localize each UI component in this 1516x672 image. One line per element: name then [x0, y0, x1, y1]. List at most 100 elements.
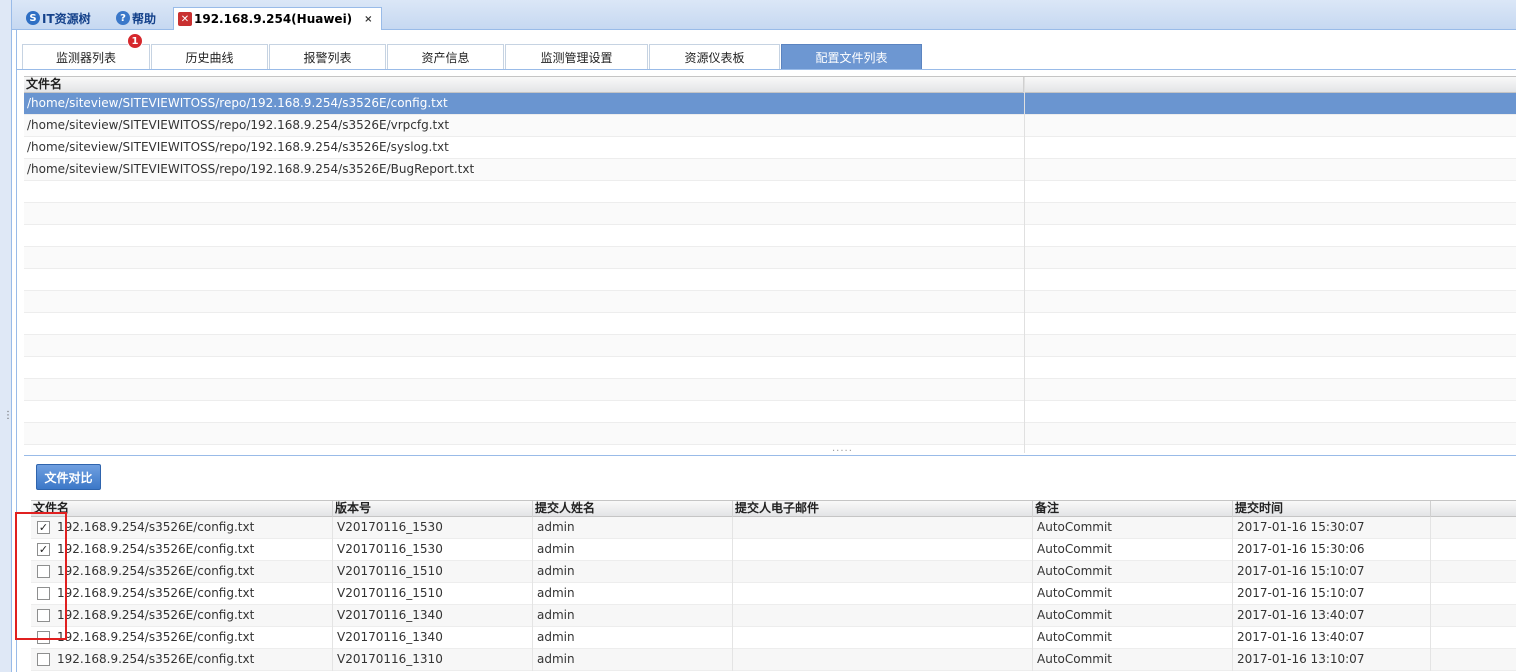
- file-list-rows: /home/siteview/SITEVIEWITOSS/repo/192.16…: [24, 93, 1516, 445]
- empty-row: [24, 357, 1516, 379]
- version-cell: V20170116_1510: [333, 583, 533, 605]
- close-icon[interactable]: ×: [364, 14, 372, 25]
- column-divider: [1024, 77, 1025, 453]
- note-cell: AutoCommit: [1033, 605, 1233, 627]
- tab-asset-info[interactable]: 资产信息: [387, 44, 504, 69]
- file-cell: 192.168.9.254/s3526E/config.txt: [31, 649, 333, 671]
- version-row[interactable]: ✓ 192.168.9.254/s3526E/config.txt V2017011…: [31, 539, 1516, 561]
- empty-row: [24, 181, 1516, 203]
- note-cell: AutoCommit: [1033, 627, 1233, 649]
- file-row[interactable]: /home/siteview/SITEVIEWITOSS/repo/192.16…: [24, 137, 1516, 159]
- note-cell: AutoCommit: [1033, 517, 1233, 539]
- committer-name-cell: admin: [533, 649, 733, 671]
- column-header-note[interactable]: 备注: [1033, 501, 1233, 517]
- committer-name-cell: admin: [533, 627, 733, 649]
- commit-time-cell: 2017-01-16 15:30:07: [1233, 517, 1431, 539]
- splitter-grip-icon[interactable]: ⋮: [3, 411, 13, 421]
- empty-row: [24, 203, 1516, 225]
- panel-splitter[interactable]: ·····: [24, 446, 1516, 457]
- tab-help[interactable]: ? 帮助: [116, 7, 156, 29]
- file-path-cell: /home/siteview/SITEVIEWITOSS/repo/192.16…: [27, 118, 450, 132]
- file-cell: 192.168.9.254/s3526E/config.txt: [31, 561, 333, 583]
- empty-row: [24, 401, 1516, 423]
- empty-row: [24, 313, 1516, 335]
- file-row[interactable]: /home/siteview/SITEVIEWITOSS/repo/192.16…: [24, 159, 1516, 181]
- file-cell: 192.168.9.254/s3526E/config.txt: [31, 517, 333, 539]
- device-error-icon: ✕: [178, 12, 192, 26]
- note-cell: AutoCommit: [1033, 561, 1233, 583]
- file-row[interactable]: /home/siteview/SITEVIEWITOSS/repo/192.16…: [24, 115, 1516, 137]
- version-grid-header: 文件名 版本号 提交人姓名 提交人电子邮件 备注 提交时间: [31, 501, 1516, 517]
- content-frame: 监测器列表 历史曲线 报警列表 资产信息 监测管理设置 资源仪表板 配置文件列表…: [16, 30, 1516, 672]
- file-row[interactable]: /home/siteview/SITEVIEWITOSS/repo/192.16…: [24, 93, 1516, 115]
- column-header-filename[interactable]: 文件名: [24, 77, 1024, 93]
- version-row[interactable]: 192.168.9.254/s3526E/config.txt V20170116…: [31, 583, 1516, 605]
- top-tab-bar: S IT资源树 ? 帮助 ✕ 192.168.9.254(Huawei) ×: [12, 0, 1516, 30]
- committer-name-cell: admin: [533, 605, 733, 627]
- file-path-cell: /home/siteview/SITEVIEWITOSS/repo/192.16…: [27, 96, 448, 110]
- empty-row: [24, 269, 1516, 291]
- tab-resource-dashboard[interactable]: 资源仪表板: [649, 44, 780, 69]
- file-path-cell: /home/siteview/SITEVIEWITOSS/repo/192.16…: [27, 162, 475, 176]
- column-header-filename[interactable]: 文件名: [31, 501, 333, 517]
- column-header-version[interactable]: 版本号: [333, 501, 533, 517]
- tab-history-curve[interactable]: 历史曲线: [151, 44, 268, 69]
- note-cell: AutoCommit: [1033, 539, 1233, 561]
- version-cell: V20170116_1340: [333, 627, 533, 649]
- file-list-header: 文件名: [24, 77, 1516, 93]
- splitter-grip-icon[interactable]: ·····: [832, 446, 853, 457]
- notification-badge: 1: [127, 33, 143, 49]
- tab-config-file-list[interactable]: 配置文件列表: [781, 44, 922, 69]
- column-header-commit-time[interactable]: 提交时间: [1233, 501, 1431, 517]
- note-cell: AutoCommit: [1033, 649, 1233, 671]
- file-cell: 192.168.9.254/s3526E/config.txt: [31, 539, 333, 561]
- committer-email-cell: [733, 627, 1033, 649]
- committer-email-cell: [733, 561, 1033, 583]
- left-panel-strip: ⋮: [0, 0, 13, 672]
- version-cell: V20170116_1530: [333, 539, 533, 561]
- committer-email-cell: [733, 539, 1033, 561]
- column-header-committer-name[interactable]: 提交人姓名: [533, 501, 733, 517]
- version-row[interactable]: 192.168.9.254/s3526E/config.txt V20170116…: [31, 627, 1516, 649]
- empty-row: [24, 335, 1516, 357]
- tab-it-resource-tree[interactable]: S IT资源树: [26, 7, 91, 29]
- tab-label: IT资源树: [42, 11, 91, 26]
- version-cell: V20170116_1510: [333, 561, 533, 583]
- file-cell: 192.168.9.254/s3526E/config.txt: [31, 627, 333, 649]
- tab-label: 帮助: [132, 11, 157, 26]
- version-rows: ✓ 192.168.9.254/s3526E/config.txt V2017011…: [31, 517, 1516, 671]
- version-row[interactable]: 192.168.9.254/s3526E/config.txt V20170116…: [31, 561, 1516, 583]
- commit-time-cell: 2017-01-16 13:40:07: [1233, 627, 1431, 649]
- version-row[interactable]: ✓ 192.168.9.254/s3526E/config.txt V2017011…: [31, 517, 1516, 539]
- committer-email-cell: [733, 605, 1033, 627]
- file-cell: 192.168.9.254/s3526E/config.txt: [31, 583, 333, 605]
- note-cell: AutoCommit: [1033, 583, 1233, 605]
- version-cell: V20170116_1530: [333, 517, 533, 539]
- tab-device[interactable]: ✕ 192.168.9.254(Huawei) ×: [173, 7, 382, 30]
- commit-time-cell: 2017-01-16 15:10:07: [1233, 561, 1431, 583]
- version-row[interactable]: 192.168.9.254/s3526E/config.txt V20170116…: [31, 649, 1516, 671]
- empty-row: [24, 423, 1516, 445]
- tab-label: 192.168.9.254(Huawei): [194, 12, 353, 26]
- file-compare-button[interactable]: 文件对比: [36, 464, 101, 490]
- tab-alarm-list[interactable]: 报警列表: [269, 44, 386, 69]
- committer-name-cell: admin: [533, 517, 733, 539]
- committer-name-cell: admin: [533, 561, 733, 583]
- tab-monitor-settings[interactable]: 监测管理设置: [505, 44, 648, 69]
- empty-row: [24, 291, 1516, 313]
- version-row[interactable]: 192.168.9.254/s3526E/config.txt V20170116…: [31, 605, 1516, 627]
- column-header-committer-email[interactable]: 提交人电子邮件: [733, 501, 1033, 517]
- file-list-grid: 文件名 /home/siteview/SITEVIEWITOSS/repo/19…: [24, 76, 1516, 453]
- empty-row: [24, 247, 1516, 269]
- commit-time-cell: 2017-01-16 15:30:06: [1233, 539, 1431, 561]
- committer-name-cell: admin: [533, 539, 733, 561]
- tree-icon: S: [26, 11, 40, 25]
- file-path-cell: /home/siteview/SITEVIEWITOSS/repo/192.16…: [27, 140, 449, 154]
- committer-email-cell: [733, 583, 1033, 605]
- file-cell: 192.168.9.254/s3526E/config.txt: [31, 605, 333, 627]
- inner-tab-bar: 监测器列表 历史曲线 报警列表 资产信息 监测管理设置 资源仪表板 配置文件列表…: [17, 30, 1516, 70]
- committer-email-cell: [733, 649, 1033, 671]
- committer-name-cell: admin: [533, 583, 733, 605]
- commit-time-cell: 2017-01-16 13:40:07: [1233, 605, 1431, 627]
- version-grid: 文件名 版本号 提交人姓名 提交人电子邮件 备注 提交时间 ✓ 192.168.9…: [31, 500, 1516, 672]
